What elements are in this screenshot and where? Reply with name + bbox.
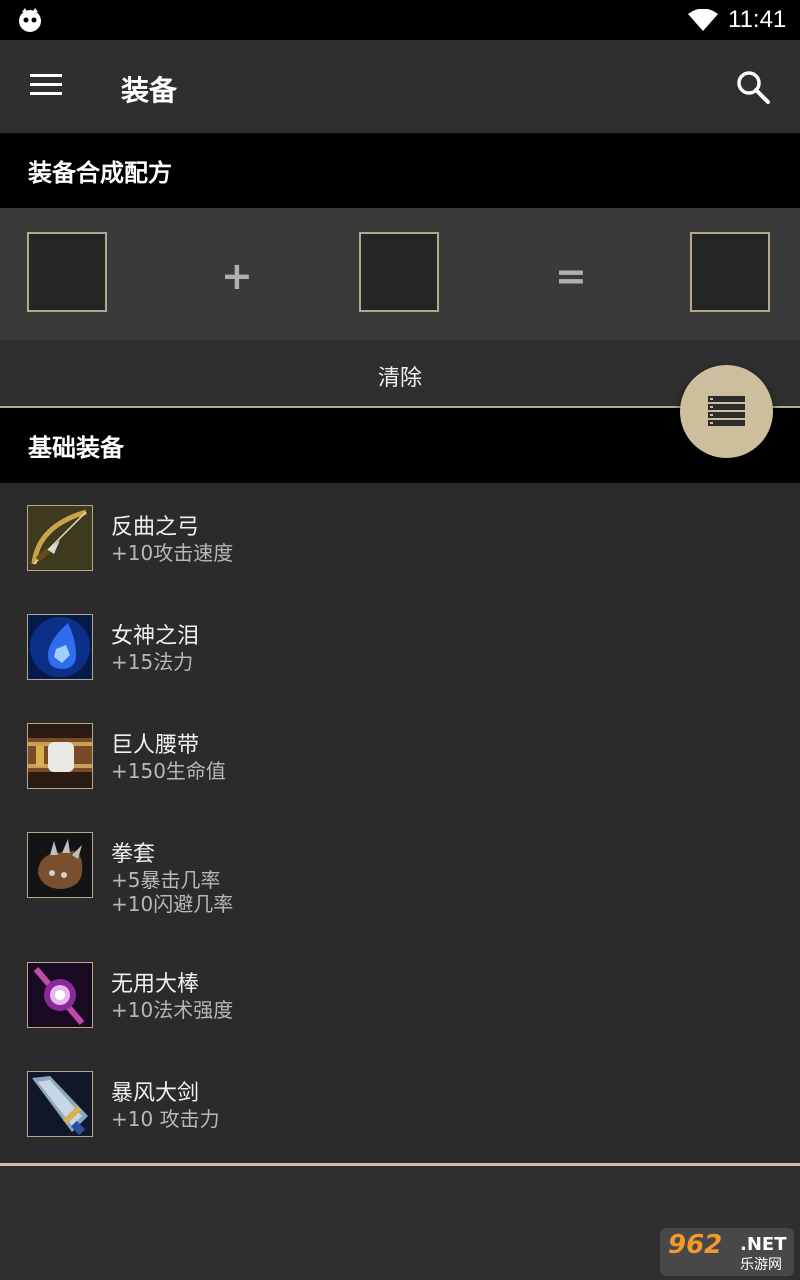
item-stat-line: +10法术强度 xyxy=(111,998,234,1022)
item-list: 反曲之弓 +10攻击速度 女神之泪 +15法力 巨人腰带 +150生命值 拳套 … xyxy=(0,483,800,1158)
item-stats: +10攻击速度 xyxy=(111,541,233,565)
item-stats: +10法术强度 xyxy=(111,998,233,1022)
list-item[interactable]: 女神之泪 +15法力 xyxy=(0,592,800,701)
item-stat-line: +10闪避几率 xyxy=(111,892,234,916)
watermark-logo: 962 .NET 乐游网 xyxy=(660,1228,794,1276)
gloves-icon xyxy=(27,832,93,898)
app-bar: 装备 xyxy=(0,40,800,133)
status-bar: 11:41 xyxy=(0,0,800,40)
item-stat-line: +150生命值 xyxy=(111,759,226,783)
item-stat-line: +10 攻击力 xyxy=(111,1107,220,1131)
list-icon xyxy=(708,396,745,426)
item-name: 反曲之弓 xyxy=(111,515,200,540)
item-stat-line: +15法力 xyxy=(111,650,194,674)
list-item[interactable]: 拳套 +5暴击几率 +10闪避几率 xyxy=(0,810,800,940)
recipe-section-title: 装备合成配方 xyxy=(28,159,172,187)
item-name: 女神之泪 xyxy=(111,624,200,649)
watermark-sub: 乐游网 xyxy=(740,1257,782,1273)
recurve-bow-icon xyxy=(27,505,93,571)
tear-of-goddess-icon xyxy=(27,614,93,680)
list-item[interactable]: 巨人腰带 +150生命值 xyxy=(0,701,800,810)
bf-sword-icon xyxy=(27,1071,93,1137)
giants-belt-icon xyxy=(27,723,93,789)
recipe-section-header: 装备合成配方 xyxy=(0,133,800,208)
recipe-slot-result[interactable] xyxy=(690,232,770,312)
item-stat-line: +10攻击速度 xyxy=(111,541,234,565)
page-title: 装备 xyxy=(121,74,178,107)
plus-sign: + xyxy=(221,254,253,298)
clear-button[interactable]: 清除 xyxy=(0,340,800,408)
recipe-slot-second[interactable] xyxy=(359,232,439,312)
item-name: 无用大棒 xyxy=(111,972,200,997)
item-stats: +150生命值 xyxy=(111,759,226,783)
list-item[interactable]: 无用大棒 +10法术强度 xyxy=(0,940,800,1049)
notification-robot-icon xyxy=(19,8,41,32)
item-stat-line: +5暴击几率 xyxy=(111,868,221,892)
watermark-net: .NET xyxy=(740,1234,787,1255)
wifi-icon xyxy=(688,9,718,31)
large-rod-icon xyxy=(27,962,93,1028)
list-item[interactable]: 暴风大剑 +10 攻击力 xyxy=(0,1049,800,1158)
menu-icon[interactable] xyxy=(30,73,62,97)
search-icon[interactable] xyxy=(735,69,771,105)
list-fab-button[interactable] xyxy=(680,365,773,458)
item-name: 拳套 xyxy=(111,842,156,867)
item-stats: +10 攻击力 xyxy=(111,1107,220,1131)
item-name: 暴风大剑 xyxy=(111,1081,200,1106)
status-time: 11:41 xyxy=(728,6,787,33)
basic-section-title: 基础装备 xyxy=(28,434,124,462)
recipe-slot-first[interactable] xyxy=(27,232,107,312)
watermark-number: 962 xyxy=(668,1230,723,1260)
item-stats: +15法力 xyxy=(111,650,193,674)
list-item[interactable]: 反曲之弓 +10攻击速度 xyxy=(0,483,800,592)
item-name: 巨人腰带 xyxy=(111,733,200,758)
equals-sign: = xyxy=(555,254,587,298)
clear-button-label: 清除 xyxy=(377,366,422,391)
recipe-panel: + = xyxy=(0,208,800,340)
item-stats: +5暴击几率 +10闪避几率 xyxy=(111,868,233,916)
